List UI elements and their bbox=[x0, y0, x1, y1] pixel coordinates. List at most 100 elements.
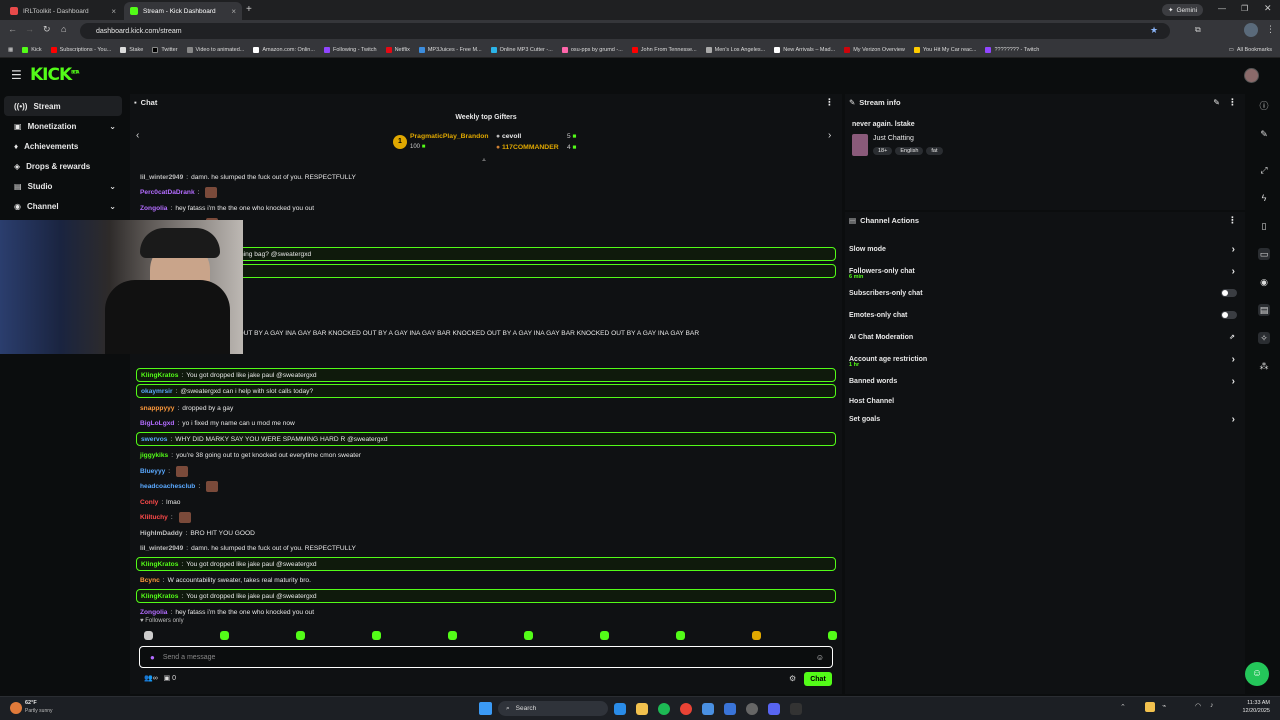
microphone-icon[interactable]: ● bbox=[150, 653, 155, 662]
chat-username[interactable]: lil_winter2949 bbox=[140, 545, 183, 552]
bookmark-item[interactable]: Subscriptions - You... bbox=[50, 46, 111, 53]
kick-logo[interactable]: KICKBETA bbox=[30, 65, 79, 85]
close-window-icon[interactable]: ✕ bbox=[1264, 3, 1272, 14]
chat-message[interactable]: okaymrsir: @sweatergxd can i help with sl… bbox=[136, 384, 836, 398]
taskbar-search[interactable]: ⌕ Search bbox=[498, 701, 608, 716]
chat-username[interactable]: Zongolia bbox=[140, 609, 167, 616]
quick-emote-icon[interactable] bbox=[676, 631, 685, 640]
chat-username[interactable]: swervos bbox=[141, 436, 167, 443]
bookmark-item[interactable]: Netflix bbox=[385, 46, 410, 53]
quick-emote-icon[interactable] bbox=[524, 631, 533, 640]
hamburger-menu-icon[interactable]: ☰ bbox=[11, 68, 22, 82]
bookmark-item[interactable]: Twitter bbox=[152, 46, 178, 53]
url-field[interactable]: dashboard.kick.com/stream bbox=[80, 23, 1170, 39]
tray-bluetooth-icon[interactable]: ⌁ bbox=[1162, 702, 1166, 710]
tray-chevron-up-icon[interactable]: ⌃ bbox=[1120, 703, 1126, 711]
minimize-icon[interactable]: — bbox=[1218, 4, 1226, 13]
chat-message[interactable]: lil_winter2949: damn. he slumped the fuck… bbox=[136, 541, 836, 555]
new-tab-button[interactable]: + bbox=[246, 4, 252, 15]
chat-icon[interactable]: ▭ bbox=[1258, 248, 1270, 260]
broadcast-icon[interactable]: ◉ bbox=[1258, 276, 1270, 288]
windows-start-icon[interactable] bbox=[479, 702, 492, 715]
bookmark-item[interactable]: Following - Twitch bbox=[323, 46, 377, 53]
bookmark-item[interactable]: Stake bbox=[120, 46, 143, 53]
browser-tab-irltoolkit[interactable]: IRLToolkit - Dashboard × bbox=[4, 2, 122, 20]
chat-username[interactable]: lil_winter2949 bbox=[140, 174, 183, 181]
chat-message[interactable]: BigLoLgxd: yo i fixed my name can u mod m… bbox=[136, 416, 836, 430]
chat-message[interactable]: KlingKratos: You got dropped like jake pa… bbox=[136, 368, 836, 382]
apps-icon[interactable]: ▦ bbox=[8, 47, 13, 53]
tray-folder-icon[interactable] bbox=[1145, 702, 1155, 712]
chat-username[interactable]: HighImDaddy bbox=[140, 530, 183, 537]
quick-emote-icon[interactable] bbox=[448, 631, 457, 640]
channel-action-followers-only-chat[interactable]: Followers-only chat 6 min › bbox=[849, 262, 1241, 281]
document-icon[interactable]: ▯ bbox=[1258, 220, 1270, 232]
wifi-icon[interactable]: ◠ bbox=[1195, 702, 1201, 710]
gifter-row-3[interactable]: ● 117COMMANDER bbox=[496, 144, 559, 151]
chat-username[interactable]: Kliltuchy bbox=[140, 514, 168, 521]
clock-date[interactable]: 12/20/2025 bbox=[1240, 708, 1270, 714]
profile-avatar[interactable] bbox=[1244, 23, 1258, 37]
collapse-gifters-icon[interactable]: ⩡ bbox=[482, 157, 486, 165]
quick-emote-icon[interactable] bbox=[600, 631, 609, 640]
browser-menu-icon[interactable]: ⋮ bbox=[1266, 24, 1275, 35]
gifter-row-2[interactable]: ● cevoll bbox=[496, 133, 521, 140]
channel-action-account-age-restriction[interactable]: Account age restriction 1 hr › bbox=[849, 350, 1241, 369]
chat-username[interactable]: Bcync bbox=[140, 577, 160, 584]
bookmark-item[interactable]: osu-pps by grumd -... bbox=[561, 46, 623, 53]
chat-message[interactable]: HighImDaddy: BRO HIT YOU GOOD bbox=[136, 526, 836, 540]
sidebar-item-achievements[interactable]: ♦ Achievements bbox=[4, 136, 122, 156]
chat-username[interactable]: Blueyyy bbox=[140, 468, 165, 475]
expand-icon[interactable]: ⤢ bbox=[1258, 164, 1270, 176]
chat-message[interactable]: Zongolia: hey fatass i'm the the one who … bbox=[136, 605, 836, 619]
chat-message[interactable]: Blueyyy: bbox=[136, 464, 836, 478]
chat-message[interactable]: lil_winter2949: damn. he slumped the fuck… bbox=[136, 170, 836, 184]
nodes-icon[interactable]: ⁂ bbox=[1258, 360, 1270, 372]
bookmark-star-icon[interactable]: ★ bbox=[1150, 25, 1158, 36]
clock-time[interactable]: 11:33 AM bbox=[1240, 700, 1270, 706]
sidebar-item-drops-rewards[interactable]: ◈ Drops & rewards bbox=[4, 156, 122, 176]
chat-message[interactable]: Conly: lmao bbox=[136, 495, 836, 509]
bookmark-item[interactable]: MP3Juices - Free M... bbox=[418, 46, 482, 53]
lightning-icon[interactable]: ϟ bbox=[1258, 192, 1270, 204]
send-chat-button[interactable]: Chat bbox=[804, 672, 832, 686]
chat-username[interactable]: okaymrsir bbox=[141, 388, 173, 395]
maximize-icon[interactable]: ❐ bbox=[1241, 4, 1248, 13]
bookmark-item[interactable]: Online MP3 Cutter -... bbox=[490, 46, 553, 53]
chat-username[interactable]: KlingKratos bbox=[141, 593, 178, 600]
chat-message[interactable]: Zongolia: hey fatass i'm the the one who … bbox=[136, 201, 836, 215]
chat-username[interactable]: snapppyyy bbox=[140, 405, 174, 412]
sidebar-item-monetization[interactable]: ▣ Monetization ⌄ bbox=[4, 116, 122, 136]
users-icon[interactable]: 👥∞ bbox=[144, 675, 158, 682]
message-input[interactable]: Send a message bbox=[163, 654, 216, 661]
channel-action-host-channel[interactable]: Host Channel bbox=[849, 392, 1241, 410]
app-icon[interactable] bbox=[724, 703, 736, 715]
pencil-icon[interactable]: ✎ bbox=[1258, 128, 1270, 140]
channel-action-subscribers-only-chat[interactable]: Subscribers-only chat bbox=[849, 284, 1241, 302]
spotify-icon[interactable] bbox=[658, 703, 670, 715]
reload-icon[interactable]: ↻ bbox=[43, 24, 51, 35]
chat-message[interactable]: Perc0catDaDrank: bbox=[136, 185, 836, 199]
sidebar-item-channel[interactable]: ◉ Channel ⌄ bbox=[4, 196, 122, 216]
top-gifter-name[interactable]: PragmaticPlay_Brandon bbox=[410, 133, 489, 140]
quick-emote-icon[interactable] bbox=[372, 631, 381, 640]
app-icon[interactable] bbox=[790, 703, 802, 715]
toggle-switch[interactable] bbox=[1221, 289, 1237, 297]
toggle-switch[interactable] bbox=[1221, 311, 1237, 319]
chat-message[interactable]: snapppyyy: dropped by a gay bbox=[136, 401, 836, 415]
quick-emote-icon[interactable] bbox=[296, 631, 305, 640]
gifters-next-icon[interactable]: › bbox=[828, 130, 831, 141]
quick-emote-icon[interactable] bbox=[828, 631, 837, 640]
discord-icon[interactable] bbox=[768, 703, 780, 715]
chat-options-icon[interactable]: ⋮ bbox=[825, 97, 834, 108]
obs-icon[interactable] bbox=[746, 703, 758, 715]
close-tab-icon[interactable]: × bbox=[231, 7, 236, 16]
chat-message[interactable]: KlingKratos: You got dropped like jake pa… bbox=[136, 589, 836, 603]
bookmark-item[interactable]: Kick bbox=[22, 46, 42, 53]
channel-action-ai-chat-moderation[interactable]: AI Chat Moderation ⇗ bbox=[849, 328, 1241, 346]
emoji-icon[interactable]: ☺ bbox=[816, 653, 824, 662]
chat-settings-icon[interactable]: ⚙ bbox=[789, 674, 796, 683]
channel-action-emotes-only-chat[interactable]: Emotes-only chat bbox=[849, 306, 1241, 324]
gifters-prev-icon[interactable]: ‹ bbox=[136, 130, 139, 141]
stream-info-options-icon[interactable]: ⋮ bbox=[1228, 97, 1237, 108]
